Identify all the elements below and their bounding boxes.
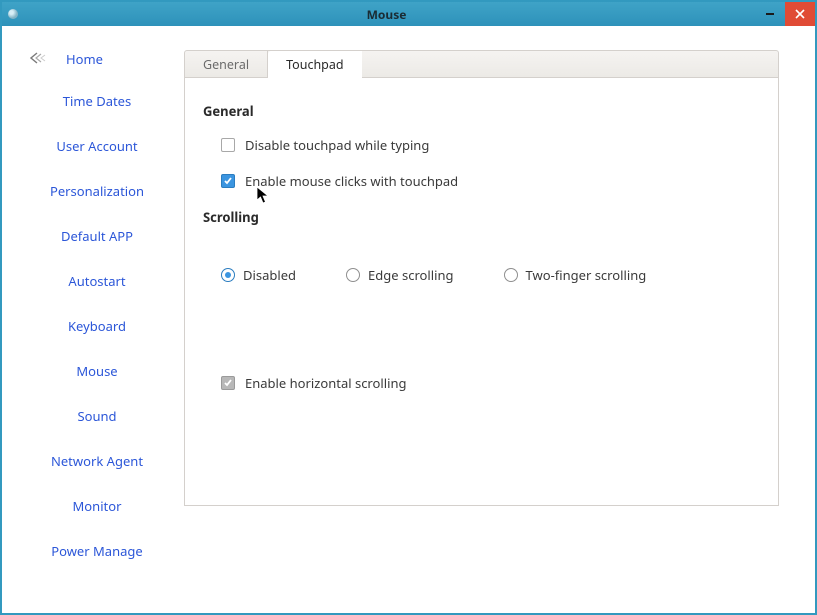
sidebar-item-mouse[interactable]: Mouse — [76, 362, 117, 380]
titlebar: Mouse — [2, 2, 815, 26]
touchpad-panel: General Disable touchpad while typing En… — [184, 78, 779, 506]
sidebar-item-network-agent[interactable]: Network Agent — [51, 452, 143, 470]
window-title: Mouse — [18, 6, 755, 23]
sidebar-item-time-dates[interactable]: Time Dates — [63, 92, 131, 110]
sidebar-item-user-account[interactable]: User Account — [56, 137, 137, 155]
sidebar: Home Time Dates User Account Personaliza… — [18, 50, 176, 589]
tab-touchpad[interactable]: Touchpad — [268, 51, 361, 78]
option-enable-clicks[interactable]: Enable mouse clicks with touchpad — [221, 172, 758, 190]
checkbox-enable-clicks[interactable] — [221, 174, 235, 188]
option-disable-while-typing[interactable]: Disable touchpad while typing — [221, 136, 758, 154]
close-button[interactable] — [785, 2, 815, 26]
checkbox-enable-horizontal[interactable] — [221, 376, 235, 390]
section-heading-general: General — [203, 102, 758, 120]
tab-general[interactable]: General — [185, 51, 268, 77]
radio-label-disabled: Disabled — [243, 266, 296, 284]
check-icon — [223, 378, 233, 388]
minimize-button[interactable] — [755, 2, 785, 26]
check-icon — [223, 176, 233, 186]
checkbox-disable-while-typing[interactable] — [221, 138, 235, 152]
label-enable-clicks: Enable mouse clicks with touchpad — [245, 172, 458, 190]
option-enable-horizontal[interactable]: Enable horizontal scrolling — [221, 374, 758, 392]
label-disable-while-typing: Disable touchpad while typing — [245, 136, 429, 154]
app-icon — [8, 9, 18, 19]
tabs-bar: General Touchpad — [184, 50, 779, 78]
sidebar-item-keyboard[interactable]: Keyboard — [68, 317, 126, 335]
sidebar-item-personalization[interactable]: Personalization — [50, 182, 144, 200]
sidebar-item-autostart[interactable]: Autostart — [68, 272, 125, 290]
radio-input-twofinger[interactable] — [504, 268, 518, 282]
sidebar-item-power-manage[interactable]: Power Manage — [51, 542, 143, 560]
radio-scroll-twofinger[interactable]: Two-finger scrolling — [504, 266, 647, 284]
radio-scroll-disabled[interactable]: Disabled — [221, 266, 296, 284]
label-enable-horizontal: Enable horizontal scrolling — [245, 374, 407, 392]
sidebar-item-monitor[interactable]: Monitor — [73, 497, 122, 515]
content-area: General Touchpad General Disable touchpa… — [184, 50, 779, 589]
radio-input-disabled[interactable] — [221, 268, 235, 282]
sidebar-home[interactable]: Home — [26, 50, 103, 68]
radio-input-edge[interactable] — [346, 268, 360, 282]
back-icon — [30, 52, 48, 66]
radio-label-twofinger: Two-finger scrolling — [526, 266, 647, 284]
radio-label-edge: Edge scrolling — [368, 266, 453, 284]
section-heading-scrolling: Scrolling — [203, 208, 758, 226]
home-label: Home — [66, 50, 103, 68]
radio-scroll-edge[interactable]: Edge scrolling — [346, 266, 453, 284]
sidebar-item-sound[interactable]: Sound — [77, 407, 116, 425]
sidebar-item-default-app[interactable]: Default APP — [61, 227, 133, 245]
scrolling-radio-group: Disabled Edge scrolling Two-finger scrol… — [221, 266, 758, 284]
